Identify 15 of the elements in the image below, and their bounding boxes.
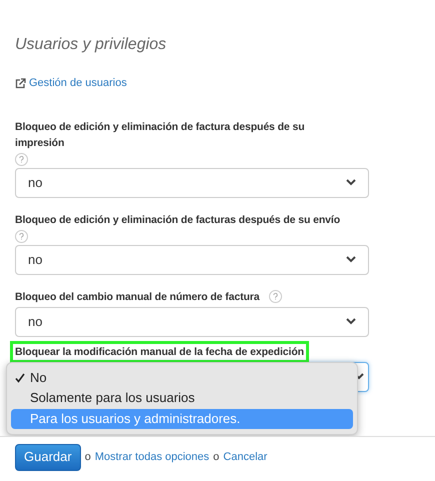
setting-label: Bloqueo de edición y eliminación de factura después de su impresión	[14, 120, 306, 150]
user-management-link[interactable]: Gestión de usuarios	[29, 75, 127, 92]
menu-option[interactable]: Solamente para los usuarios	[11, 388, 353, 408]
separator-text: o	[84, 450, 91, 465]
page-title: Usuarios y privilegios	[15, 35, 168, 55]
save-button[interactable]: Guardar	[15, 444, 81, 470]
menu-option[interactable]: No	[11, 368, 353, 388]
select-field[interactable]: no	[15, 306, 369, 336]
select-field[interactable]: no	[15, 168, 369, 198]
select-field[interactable]: no	[15, 244, 369, 274]
show-all-link[interactable]: Mostrar todas opciones	[94, 448, 210, 466]
separator-text: o	[213, 450, 220, 465]
setting-label: Bloqueo de edición y eliminación de facturas después de su envío	[14, 212, 342, 228]
setting-label: Bloqueo del cambio manual de número de factura	[14, 290, 261, 304]
cancel-link[interactable]: Cancelar	[223, 448, 268, 466]
